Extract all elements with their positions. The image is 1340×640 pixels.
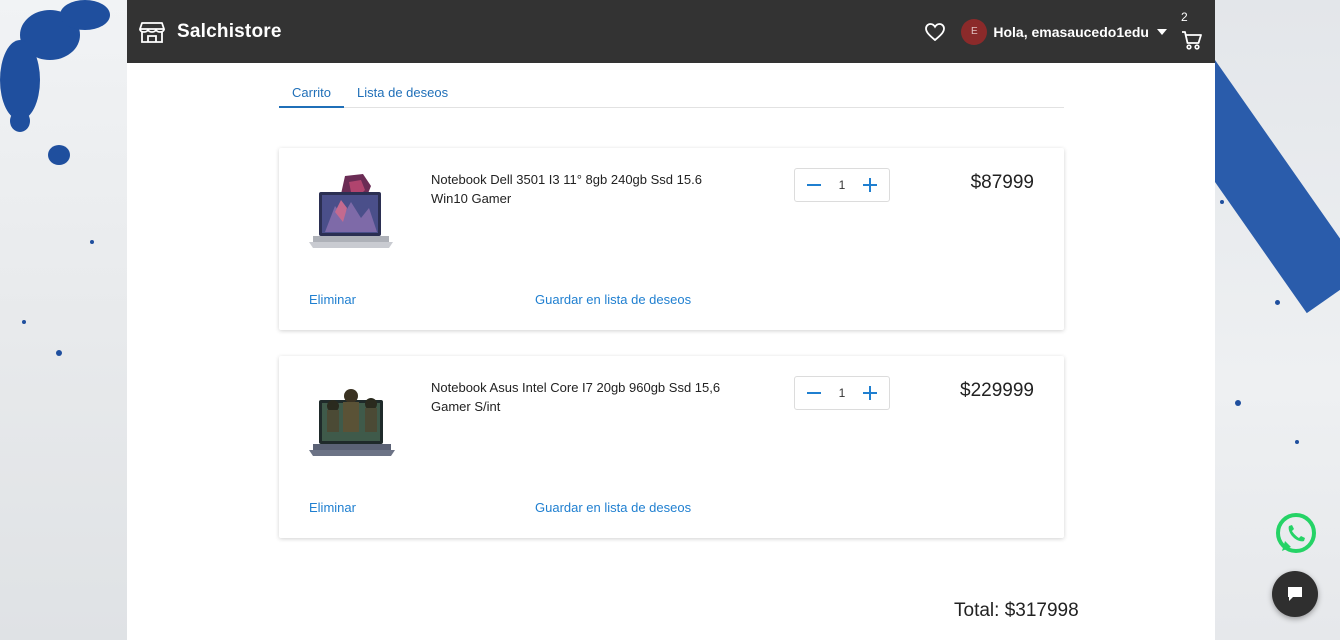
cart-count-badge: 2: [1181, 9, 1188, 24]
remove-link[interactable]: Eliminar: [309, 500, 356, 515]
quantity-value: 1: [838, 178, 846, 192]
brand[interactable]: Salchistore: [139, 19, 282, 45]
chevron-down-icon[interactable]: [1157, 28, 1167, 35]
plus-icon[interactable]: [863, 386, 877, 400]
avatar[interactable]: E: [961, 18, 988, 45]
product-price: $87999: [970, 172, 1034, 193]
heart-icon[interactable]: [925, 22, 946, 41]
background-left: [0, 0, 127, 640]
tab-wishlist[interactable]: Lista de deseos: [344, 78, 461, 108]
user-greeting[interactable]: Hola, emasaucedo1edu: [993, 24, 1149, 40]
plus-icon[interactable]: [863, 178, 877, 192]
cart-item: Notebook Asus Intel Core I7 20gb 960gb S…: [279, 356, 1064, 538]
main-panel: Salchistore E Hola, emasaucedo1edu 2 Car…: [127, 0, 1215, 640]
chat-button[interactable]: [1272, 571, 1318, 617]
cart-total: Total: $317998: [954, 600, 1079, 621]
minus-icon[interactable]: [807, 386, 821, 400]
product-image: [309, 389, 395, 456]
minus-icon[interactable]: [807, 178, 821, 192]
remove-link[interactable]: Eliminar: [309, 292, 356, 307]
product-name[interactable]: Notebook Asus Intel Core I7 20gb 960gb S…: [431, 378, 721, 416]
quantity-value: 1: [838, 386, 846, 400]
quantity-stepper: 1: [794, 376, 890, 410]
cart-button[interactable]: 2: [1181, 10, 1203, 50]
cart-item: Notebook Dell 3501 I3 11° 8gb 240gb Ssd …: [279, 148, 1064, 330]
quantity-stepper: 1: [794, 168, 890, 202]
cart-tabs: Carrito Lista de deseos: [279, 78, 1064, 108]
product-name[interactable]: Notebook Dell 3501 I3 11° 8gb 240gb Ssd …: [431, 170, 721, 208]
save-to-wishlist-link[interactable]: Guardar en lista de deseos: [535, 500, 691, 515]
whatsapp-icon[interactable]: [1273, 511, 1319, 557]
product-image: [309, 174, 393, 248]
store-icon: [139, 21, 165, 43]
brand-name: Salchistore: [177, 20, 282, 42]
chat-icon: [1288, 587, 1302, 601]
cart-icon: [1182, 30, 1202, 50]
tab-cart[interactable]: Carrito: [279, 78, 345, 108]
save-to-wishlist-link[interactable]: Guardar en lista de deseos: [535, 292, 691, 307]
navbar: Salchistore E Hola, emasaucedo1edu 2: [127, 0, 1215, 63]
product-price: $229999: [960, 380, 1034, 401]
